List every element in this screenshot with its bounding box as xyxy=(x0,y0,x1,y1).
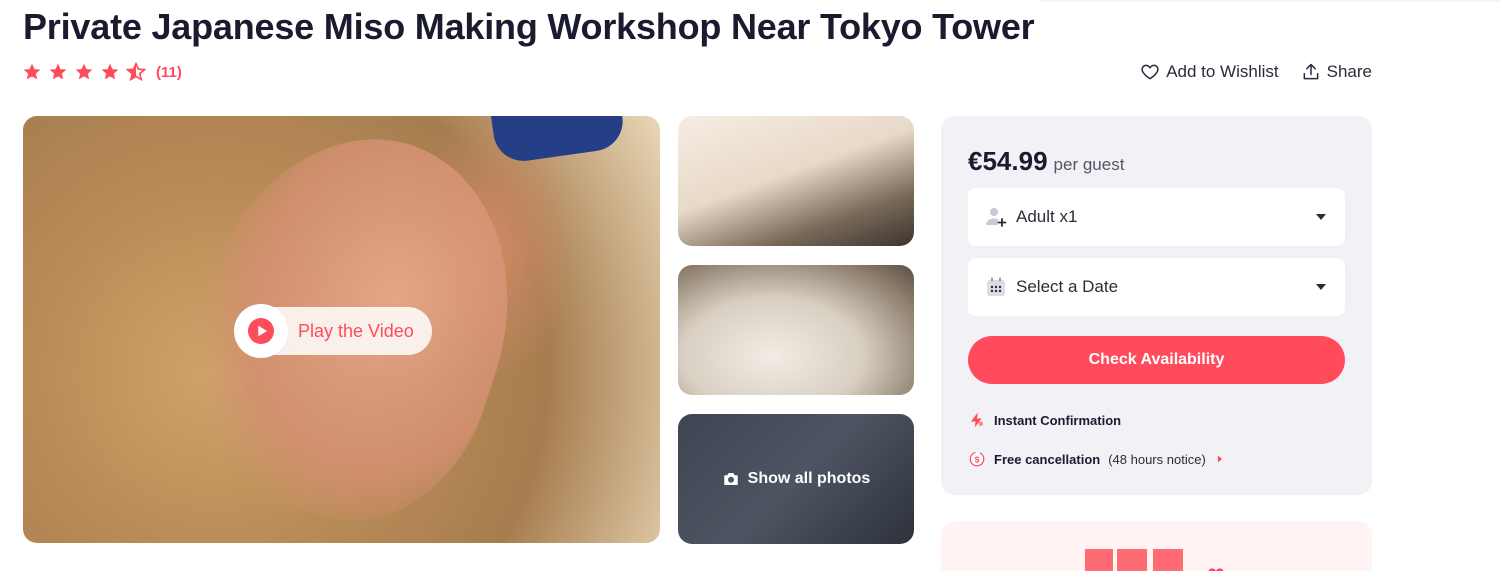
feature-label: Instant Confirmation xyxy=(994,412,1122,428)
feature-instant-confirmation: Instant Confirmation xyxy=(968,411,1121,429)
camera-icon xyxy=(723,473,738,485)
show-all-photos-label: Show all photos xyxy=(747,470,871,487)
heart-icon xyxy=(1208,568,1224,571)
main-photo[interactable]: Play the Video xyxy=(23,116,660,543)
wishlist-label: Add to Wishlist xyxy=(1166,62,1279,81)
star-half-icon xyxy=(126,62,146,82)
promo-graphic xyxy=(1117,549,1147,571)
play-icon xyxy=(248,318,274,344)
check-availability-button[interactable]: Check Availability xyxy=(968,336,1345,384)
date-placeholder: Select a Date xyxy=(1016,277,1119,296)
star-icon xyxy=(49,63,67,80)
price: €54.99 per guest xyxy=(968,146,1124,177)
bolt-icon xyxy=(971,412,983,428)
feature-free-cancellation[interactable]: $ Free cancellation (48 hours notice) xyxy=(968,450,1226,468)
show-all-photos-overlay: Show all photos xyxy=(722,470,871,488)
promo-graphic xyxy=(1085,549,1113,571)
svg-text:$: $ xyxy=(975,455,980,464)
promo-banner[interactable] xyxy=(941,521,1372,571)
share-button[interactable]: Share xyxy=(1301,62,1372,82)
play-icon-wrapper xyxy=(234,304,288,358)
caret-down-icon xyxy=(1316,284,1326,290)
photo-detail xyxy=(489,116,627,165)
user-add-icon xyxy=(986,208,1007,227)
star-icon xyxy=(75,63,93,80)
guest-selector[interactable]: Adult x1 xyxy=(968,188,1345,246)
booking-panel: €54.99 per guest Adult x1 Select a Date … xyxy=(941,116,1372,495)
date-selector[interactable]: Select a Date xyxy=(968,258,1345,316)
chevron-right-icon xyxy=(1217,455,1222,463)
rating[interactable]: (11) xyxy=(22,62,182,82)
header-actions: Add to Wishlist Share xyxy=(1140,62,1372,82)
top-divider xyxy=(1040,0,1500,2)
page-title: Private Japanese Miso Making Workshop Ne… xyxy=(23,6,1035,47)
star-icon xyxy=(23,63,41,80)
share-icon xyxy=(1303,63,1319,80)
caret-down-icon xyxy=(1316,214,1326,220)
price-unit: per guest xyxy=(1053,155,1125,174)
gallery-thumbnail[interactable] xyxy=(678,265,914,395)
add-to-wishlist-button[interactable]: Add to Wishlist xyxy=(1140,62,1279,82)
gallery-thumbnail[interactable] xyxy=(678,116,914,246)
price-amount: €54.99 xyxy=(968,146,1048,176)
feature-label: Free cancellation xyxy=(994,451,1101,467)
play-video-label: Play the Video xyxy=(298,320,414,341)
promo-graphic xyxy=(1153,549,1183,571)
guest-value: Adult x1 xyxy=(1016,207,1078,226)
review-count[interactable]: (11) xyxy=(156,64,182,81)
show-all-photos-button[interactable]: Show all photos xyxy=(678,414,914,544)
calendar-icon xyxy=(987,277,1005,296)
share-label: Share xyxy=(1326,62,1372,81)
play-video-button[interactable]: Play the Video xyxy=(234,304,432,358)
refund-icon: $ xyxy=(969,451,985,467)
star-icon xyxy=(101,63,119,80)
feature-note: (48 hours notice) xyxy=(1108,451,1206,467)
heart-icon xyxy=(1141,64,1159,80)
